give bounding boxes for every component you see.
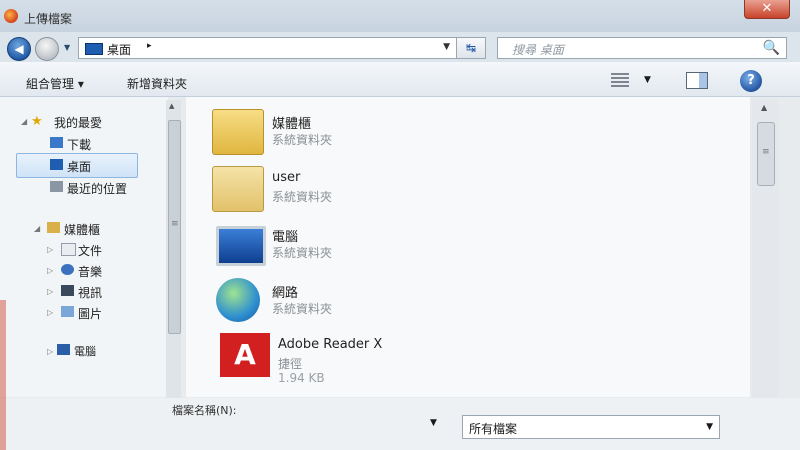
sidebar-item-label: 文件: [78, 244, 103, 258]
sidebar-item-downloads[interactable]: 下載: [50, 136, 92, 153]
sidebar-item-label: 視訊: [78, 286, 103, 300]
collapse-libraries-icon[interactable]: ◢: [34, 224, 40, 233]
sidebar-item-desktop[interactable]: 桌面: [50, 158, 92, 175]
scrollbar-thumb[interactable]: ≡: [168, 120, 181, 334]
filetype-select[interactable]: 所有檔案 ▼: [462, 415, 720, 439]
documents-icon: [61, 243, 76, 256]
sidebar-item-label: 圖片: [78, 307, 103, 321]
file-list: 媒體櫃 系統資料夾 user 系統資料夾 電腦 系統資料夾 網路 系統資料夾 A…: [186, 97, 750, 397]
expand-videos-icon[interactable]: ▷: [47, 287, 53, 296]
list-item[interactable]: 電腦 系統資料夾: [186, 218, 486, 272]
preview-pane-icon[interactable]: [686, 72, 708, 89]
sidebar-item-documents[interactable]: 文件: [61, 242, 103, 259]
navigation-scrollbar[interactable]: ▲ ≡: [166, 100, 181, 400]
view-options-icon[interactable]: [611, 73, 629, 87]
file-type: 系統資料夾: [272, 133, 333, 147]
view-dropdown[interactable]: ▼: [644, 75, 651, 85]
chevron-down-icon[interactable]: ▼: [706, 422, 713, 432]
file-name: 網路: [272, 286, 299, 301]
list-item[interactable]: 網路 系統資料夾: [186, 274, 486, 328]
new-folder-button[interactable]: 新增資料夾: [127, 75, 187, 92]
sidebar-item-label: 電腦: [74, 345, 96, 358]
sidebar-item-label: 下載: [67, 138, 92, 152]
address-dropdown[interactable]: ▼: [443, 42, 450, 52]
file-type: 系統資料夾: [272, 190, 333, 204]
back-button[interactable]: ◀: [7, 37, 31, 61]
file-size: 1.94 KB: [278, 371, 325, 385]
file-list-scrollbar[interactable]: ▲ ≡: [752, 100, 778, 400]
library-icon: [47, 222, 60, 233]
close-button[interactable]: ✕: [744, 0, 790, 19]
file-dialog-footer: 檔案名稱(N): ▼ 所有檔案 ▼: [0, 398, 800, 450]
grip-icon: ≡: [171, 219, 179, 229]
recent-places-icon: [50, 181, 63, 192]
list-item[interactable]: A Adobe Reader X 捷徑 1.94 KB: [186, 329, 486, 389]
recent-pages-dropdown[interactable]: ▼: [64, 43, 70, 52]
filename-dropdown[interactable]: ▼: [430, 418, 437, 428]
sidebar-item-label: 媒體櫃: [64, 223, 101, 237]
expand-music-icon[interactable]: ▷: [47, 266, 53, 275]
list-item[interactable]: user 系統資料夾: [186, 162, 486, 216]
download-icon: [50, 137, 63, 148]
user-folder-icon: [212, 166, 264, 212]
search-placeholder: 搜尋 桌面: [512, 43, 564, 57]
file-name: 電腦: [272, 230, 299, 245]
library-folder-icon: [212, 109, 264, 155]
video-icon: [61, 285, 74, 296]
desktop-icon: [50, 159, 63, 170]
expand-computer-icon[interactable]: ▷: [47, 347, 53, 356]
sidebar-item-videos[interactable]: 視訊: [61, 284, 103, 301]
file-type: 系統資料夾: [272, 302, 333, 316]
sidebar-item-pictures[interactable]: 圖片: [61, 305, 103, 322]
sidebar-item-label: 最近的位置: [67, 182, 128, 196]
grip-icon: ≡: [762, 147, 770, 157]
scroll-up-arrow[interactable]: ▲: [761, 103, 767, 112]
desktop-icon: [85, 43, 103, 55]
filename-input[interactable]: [250, 414, 440, 432]
navigation-bar: ◀ ▼ 桌面 ▸ ▼ ↹ 搜尋 桌面 🔍: [0, 32, 800, 62]
sidebar-item-music[interactable]: 音樂: [61, 263, 103, 280]
forward-button[interactable]: [35, 37, 59, 61]
sidebar-item-label: 桌面: [67, 160, 92, 174]
address-bar[interactable]: 桌面 ▸ ▼: [78, 37, 457, 59]
scroll-up-arrow[interactable]: ▲: [169, 102, 174, 110]
network-icon: [216, 278, 260, 322]
pdf-icon: A: [220, 333, 270, 377]
filename-label: 檔案名稱(N):: [172, 404, 237, 417]
help-icon[interactable]: ?: [740, 70, 762, 92]
search-icon[interactable]: 🔍: [763, 40, 780, 56]
expand-pictures-icon[interactable]: ▷: [47, 308, 53, 317]
address-segment-desktop[interactable]: 桌面: [107, 41, 131, 58]
background-window-edge: [0, 300, 6, 450]
sidebar-item-label: 音樂: [78, 265, 103, 279]
sidebar-item-recent[interactable]: 最近的位置: [50, 180, 128, 197]
organize-button[interactable]: 組合管理 ▾: [26, 75, 84, 92]
scrollbar-thumb[interactable]: ≡: [757, 122, 775, 186]
refresh-button[interactable]: ↹: [456, 37, 486, 59]
collapse-favorites-icon[interactable]: ◢: [21, 117, 27, 126]
title-bar: 上傳檔案 ✕: [0, 0, 800, 32]
search-input[interactable]: 搜尋 桌面 🔍: [497, 37, 787, 59]
file-type: 捷徑: [278, 357, 303, 371]
sidebar-item-favorites[interactable]: 我的最愛: [54, 114, 102, 131]
filetype-value: 所有檔案: [469, 422, 518, 436]
address-separator[interactable]: ▸: [147, 41, 152, 51]
command-toolbar: 組合管理 ▾ 新增資料夾 ▼ ?: [0, 62, 800, 97]
file-name: Adobe Reader X: [278, 337, 383, 352]
sidebar-item-computer[interactable]: 電腦: [57, 343, 96, 359]
computer-icon: [57, 344, 70, 355]
music-icon: [61, 264, 74, 275]
computer-icon: [216, 226, 266, 266]
firefox-icon: [4, 9, 18, 23]
expand-documents-icon[interactable]: ▷: [47, 245, 53, 254]
pictures-icon: [61, 306, 74, 317]
sidebar-item-libraries[interactable]: 媒體櫃: [47, 221, 101, 238]
window-title: 上傳檔案: [24, 12, 73, 26]
list-item[interactable]: 媒體櫃 系統資料夾: [186, 105, 486, 159]
star-icon: ★: [31, 114, 43, 129]
file-name: user: [272, 170, 301, 185]
file-type: 系統資料夾: [272, 246, 333, 260]
file-name: 媒體櫃: [272, 117, 312, 132]
